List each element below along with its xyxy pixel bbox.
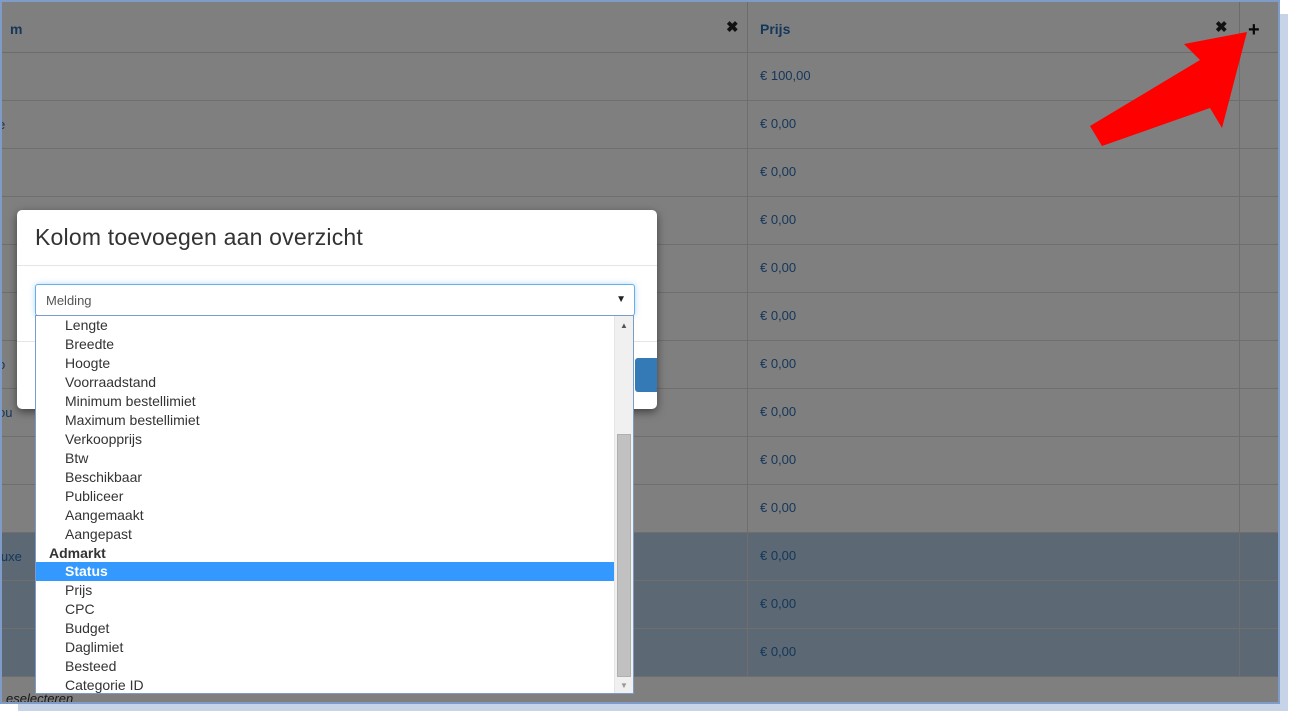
dropdown-option[interactable]: Minimum bestellimiet bbox=[36, 392, 633, 411]
dropdown-option[interactable]: Hoogte bbox=[36, 354, 633, 373]
scrollbar-thumb[interactable] bbox=[617, 434, 631, 677]
dropdown-option[interactable]: Beschikbaar bbox=[36, 468, 633, 487]
column-select-dropdown[interactable]: Lengte Breedte Hoogte Voorraadstand Minimum … bbox=[35, 315, 634, 694]
dropdown-option[interactable]: Breedte bbox=[36, 335, 633, 354]
dropdown-scrollbar[interactable]: ▲ ▼ bbox=[614, 316, 633, 693]
red-arrow-icon bbox=[1090, 32, 1247, 146]
dropdown-option[interactable]: Verkoopprijs bbox=[36, 430, 633, 449]
dropdown-option[interactable]: Budget bbox=[36, 619, 633, 638]
dropdown-group-label: Admarkt bbox=[49, 545, 106, 561]
app-window: m ✖ Prijs ✖ + € 100,00e€ 0,00€ 0,00€ 0,0… bbox=[0, 0, 1280, 704]
dropdown-option[interactable]: Categorie ID bbox=[36, 676, 633, 693]
column-select-value: Melding bbox=[46, 293, 92, 308]
dropdown-list: Lengte Breedte Hoogte Voorraadstand Minimum … bbox=[36, 316, 633, 693]
modal-header: Kolom toevoegen aan overzicht bbox=[17, 210, 657, 266]
dropdown-option[interactable]: Maximum bestellimiet bbox=[36, 411, 633, 430]
dropdown-option[interactable]: Prijs bbox=[36, 581, 633, 600]
dropdown-option[interactable]: Voorraadstand bbox=[36, 373, 633, 392]
dropdown-option[interactable]: Btw bbox=[36, 449, 633, 468]
modal-title: Kolom toevoegen aan overzicht bbox=[35, 224, 364, 250]
scroll-up-icon[interactable]: ▲ bbox=[620, 321, 628, 330]
dropdown-option[interactable]: Publiceer bbox=[36, 487, 633, 506]
dropdown-option[interactable]: Besteed bbox=[36, 657, 633, 676]
dropdown-option[interactable]: Lengte bbox=[36, 316, 633, 335]
scroll-down-icon[interactable]: ▼ bbox=[620, 681, 628, 690]
dropdown-option[interactable]: Status bbox=[36, 562, 614, 581]
dropdown-option[interactable]: Aangemaakt bbox=[36, 506, 633, 525]
dropdown-option[interactable]: CPC bbox=[36, 600, 633, 619]
dropdown-option[interactable]: Daglimiet bbox=[36, 638, 633, 657]
caret-down-icon[interactable]: ▼ bbox=[616, 294, 626, 305]
dropdown-option[interactable]: Aangepast bbox=[36, 525, 633, 544]
modal-primary-button[interactable] bbox=[635, 358, 657, 392]
column-select[interactable]: Melding ▼ bbox=[35, 284, 635, 316]
